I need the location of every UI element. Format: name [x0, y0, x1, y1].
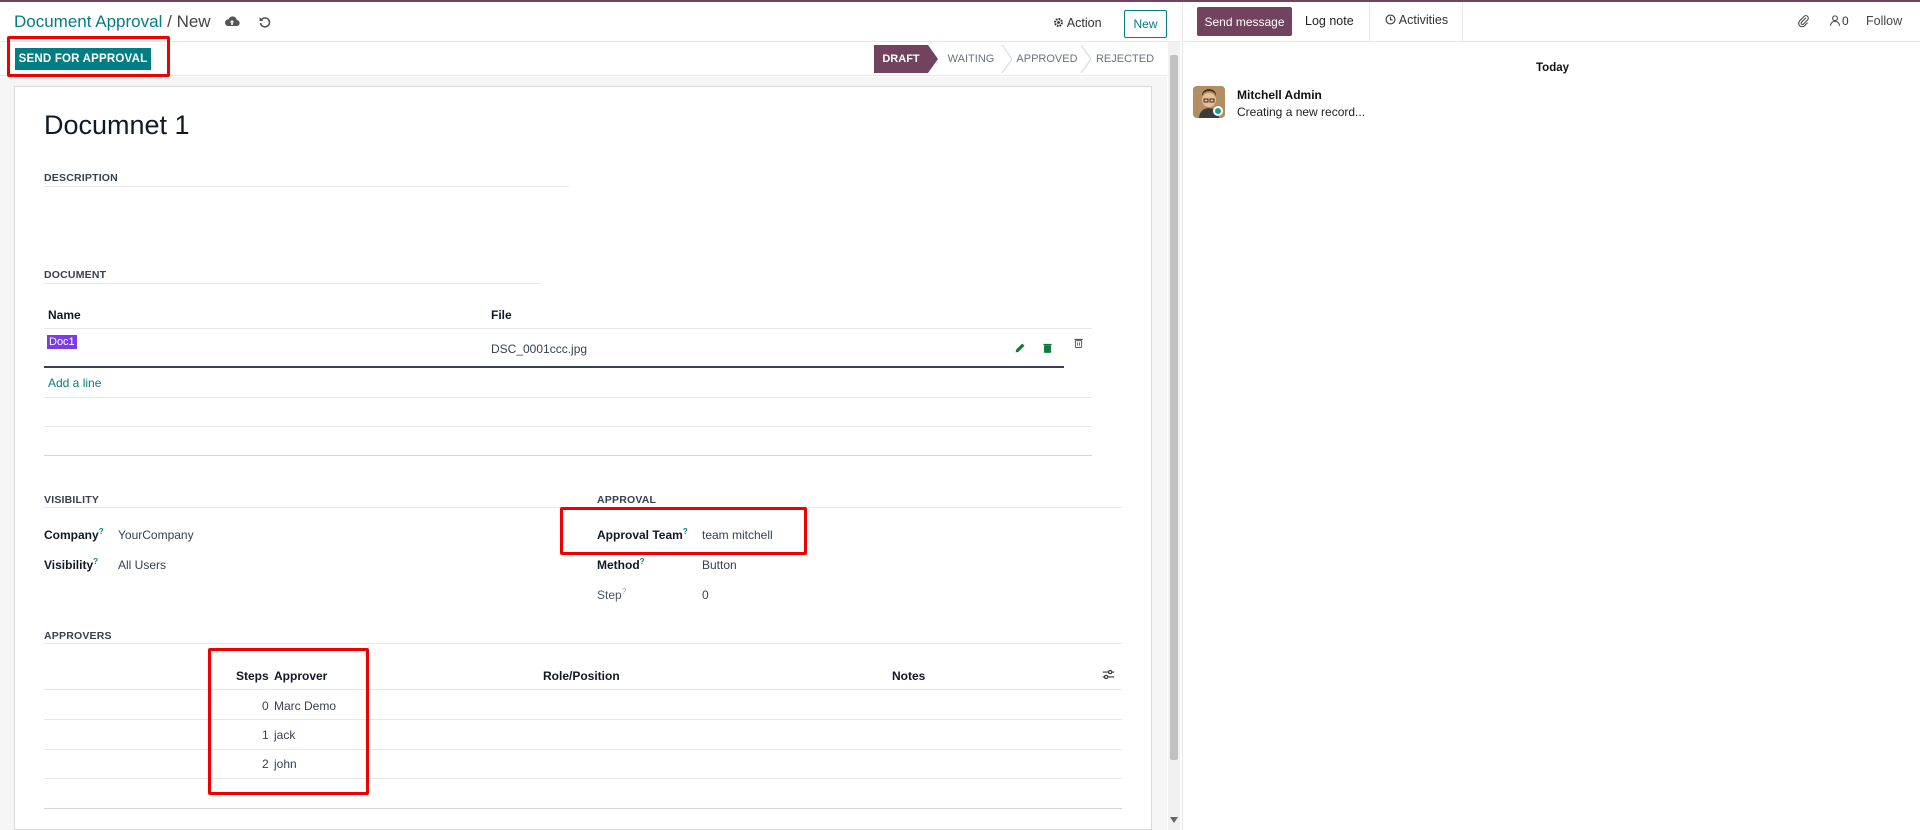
column-header-role-position[interactable]: Role/Position	[543, 669, 620, 683]
help-tooltip-icon[interactable]: ?	[99, 527, 104, 536]
breadcrumb-current: New	[176, 12, 211, 31]
clock-icon	[1385, 14, 1396, 25]
document-row-active-underline	[44, 366, 1064, 368]
activities-button[interactable]: Activities	[1385, 13, 1448, 27]
settings-sliders-icon[interactable]	[1102, 668, 1115, 681]
document-table-line-2	[44, 426, 1092, 427]
send-for-approval-button[interactable]: SEND FOR APPROVAL	[15, 48, 151, 70]
table-row-line	[44, 719, 1122, 720]
approver-name-cell[interactable]: jack	[274, 728, 295, 742]
approval-separator	[597, 507, 1122, 508]
add-a-line-link[interactable]: Add a line	[48, 376, 101, 390]
breadcrumb-root-link[interactable]: Document Approval	[14, 12, 162, 31]
document-file-cell[interactable]: DSC_0001ccc.jpg	[491, 342, 587, 356]
table-row-line	[44, 778, 1122, 779]
section-document: DOCUMENT	[44, 269, 107, 281]
column-header-file[interactable]: File	[491, 308, 512, 322]
approver-name-cell[interactable]: john	[274, 757, 297, 771]
scroll-down-arrow-icon[interactable]	[1170, 817, 1178, 823]
date-separator: Today	[1536, 62, 1570, 74]
follower-count[interactable]: 0	[1842, 14, 1849, 28]
help-tooltip-icon[interactable]: ?	[640, 557, 645, 566]
column-header-name[interactable]: Name	[48, 308, 81, 322]
cloud-upload-icon[interactable]	[224, 14, 240, 30]
document-table-line-1	[44, 397, 1092, 398]
column-header-notes[interactable]: Notes	[892, 669, 925, 683]
table-row-line	[44, 749, 1122, 750]
status-bar-row: SEND FOR APPROVAL DRAFT WAITING APPROVED…	[0, 42, 1167, 76]
message-author[interactable]: Mitchell Admin	[1237, 88, 1322, 102]
breadcrumb: Document Approval / New	[14, 12, 211, 32]
document-name-cell[interactable]: Doc1	[47, 335, 77, 349]
gear-icon	[1054, 18, 1063, 27]
approver-step-cell[interactable]: 0	[262, 699, 269, 713]
chatter-tab-divider	[1369, 2, 1370, 42]
approver-step-cell[interactable]: 2	[262, 757, 269, 771]
document-table-bottom-line	[44, 455, 1092, 456]
follow-button[interactable]: Follow	[1866, 14, 1902, 28]
approver-name-cell[interactable]: Marc Demo	[274, 699, 336, 713]
method-value[interactable]: Button	[702, 558, 737, 572]
column-header-steps[interactable]: Steps	[236, 669, 269, 683]
visibility-separator	[44, 507, 569, 508]
chatter-panel	[1182, 2, 1920, 830]
description-separator	[44, 186, 569, 187]
stage-rejected[interactable]: REJECTED	[1090, 45, 1160, 73]
send-message-button[interactable]: Send message	[1197, 7, 1292, 36]
form-scrollbar-thumb[interactable]	[1170, 55, 1178, 760]
chatter-tab-divider	[1462, 2, 1463, 42]
step-value: 0	[702, 588, 709, 602]
step-label: Step?	[597, 587, 626, 602]
approver-step-cell[interactable]: 1	[262, 728, 269, 742]
visibility-value[interactable]: All Users	[118, 558, 166, 572]
action-label: Action	[1066, 16, 1102, 30]
document-table-header-line	[44, 328, 1092, 329]
section-visibility: VISIBILITY	[44, 494, 100, 506]
stage-waiting-arrow	[1002, 45, 1012, 73]
online-status-badge	[1213, 106, 1223, 116]
new-record-button[interactable]: New	[1124, 10, 1167, 38]
company-label-text: Company	[44, 528, 99, 542]
control-panel: Document Approval / New Action New	[0, 2, 1180, 42]
company-value[interactable]: YourCompany	[118, 528, 194, 542]
stage-waiting[interactable]: WAITING	[940, 45, 1002, 73]
user-icon[interactable]	[1829, 14, 1841, 27]
paperclip-icon[interactable]	[1797, 14, 1810, 28]
step-label-text: Step	[597, 588, 622, 602]
approval-team-label-text: Approval Team	[597, 528, 683, 542]
help-tooltip-icon[interactable]: ?	[622, 587, 626, 596]
help-tooltip-icon[interactable]: ?	[683, 527, 688, 536]
section-approvers: APPROVERS	[44, 630, 112, 642]
section-description: DESCRIPTION	[44, 172, 118, 184]
method-label-text: Method	[597, 558, 640, 572]
action-menu-button[interactable]: Action	[1053, 16, 1102, 30]
stage-draft-arrow	[928, 45, 938, 73]
help-tooltip-icon[interactable]: ?	[93, 557, 98, 566]
visibility-label-text: Visibility	[44, 558, 94, 572]
method-label: Method?	[597, 557, 645, 572]
trash-icon[interactable]	[1042, 342, 1053, 354]
log-note-button[interactable]: Log note	[1305, 14, 1354, 28]
approvers-header-line	[44, 689, 1122, 690]
approvers-separator	[44, 643, 1122, 644]
approval-team-label: Approval Team?	[597, 527, 688, 542]
section-approval: APPROVAL	[597, 494, 657, 506]
activities-label: Activities	[1398, 13, 1449, 27]
record-title[interactable]: Documnet 1	[44, 110, 190, 141]
stage-draft[interactable]: DRAFT	[874, 45, 928, 73]
undo-icon[interactable]	[257, 14, 273, 30]
pencil-icon[interactable]	[1014, 342, 1026, 354]
visibility-label: Visibility?	[44, 557, 98, 572]
document-separator	[44, 283, 541, 284]
message-body: Creating a new record...	[1237, 105, 1366, 119]
approval-team-value[interactable]: team mitchell	[702, 528, 773, 542]
row-delete-trash-icon[interactable]	[1073, 337, 1084, 349]
company-label: Company?	[44, 527, 104, 542]
stage-approved[interactable]: APPROVED	[1013, 45, 1081, 73]
column-header-approver[interactable]: Approver	[274, 669, 327, 683]
approvers-table-bottom-line	[44, 808, 1122, 809]
breadcrumb-separator: /	[167, 12, 172, 31]
